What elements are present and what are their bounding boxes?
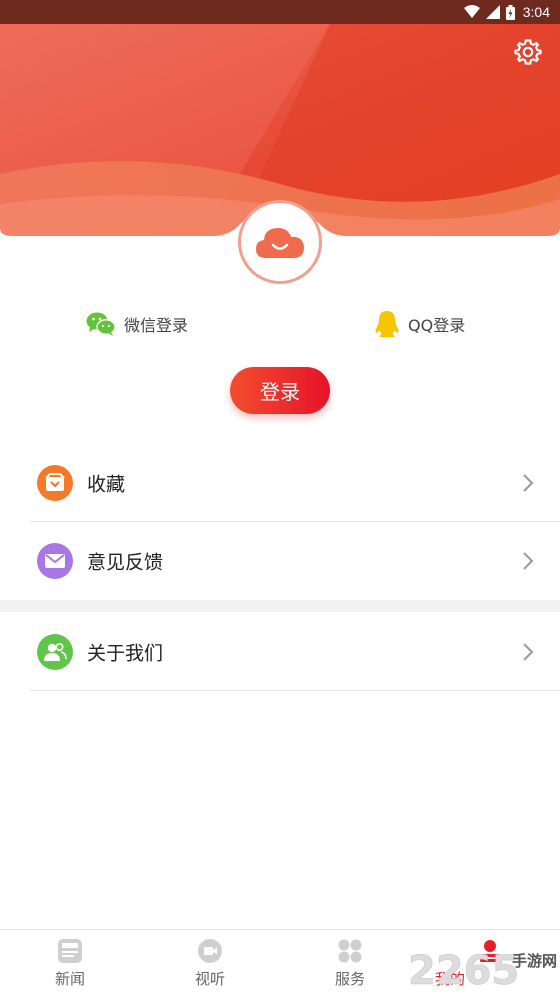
news-icon [58, 939, 82, 963]
chevron-right-icon [523, 552, 534, 570]
menu-item-label: 意见反馈 [87, 551, 164, 574]
divider [30, 690, 560, 691]
qq-penguin-icon [375, 311, 399, 337]
wechat-login-option[interactable]: 微信登录 [86, 310, 188, 338]
avatar[interactable] [238, 200, 322, 284]
menu-item-label: 收藏 [87, 473, 126, 496]
video-icon [198, 939, 222, 963]
favorites-icon [37, 465, 73, 501]
status-bar: 3:04 [0, 0, 560, 24]
battery-icon [505, 4, 515, 20]
nav-tab-label: 视听 [194, 970, 225, 988]
services-grid-icon [338, 939, 362, 963]
login-button[interactable]: 登录 [230, 367, 330, 414]
menu-item-favorites[interactable]: 收藏 [0, 444, 560, 522]
signal-icon [485, 5, 500, 19]
qq-login-option[interactable]: QQ登录 [374, 310, 465, 338]
status-time: 3:04 [522, 4, 550, 20]
watermark-logo: 2265 手游网 [408, 938, 560, 995]
cloud-smile-icon [256, 228, 304, 258]
wifi-icon [463, 5, 480, 18]
qq-login-label: QQ登录 [408, 316, 466, 335]
settings-button[interactable] [514, 38, 542, 66]
status-icons: 3:04 [463, 3, 550, 21]
mail-icon [37, 543, 73, 579]
nav-tab-news[interactable]: 新闻 [0, 930, 140, 997]
watermark-text: 手游网 [512, 952, 557, 970]
chevron-right-icon [523, 474, 534, 492]
menu-item-feedback[interactable]: 意见反馈 [0, 522, 560, 600]
section-divider [0, 600, 560, 612]
gear-icon [514, 39, 542, 65]
wechat-icon [86, 312, 116, 336]
nav-tab-video[interactable]: 视听 [140, 930, 280, 997]
nav-tab-label: 新闻 [54, 970, 85, 988]
watermark-number: 2265 [408, 948, 519, 994]
menu-item-label: 关于我们 [87, 642, 164, 665]
people-icon [37, 634, 73, 670]
menu-item-about-us[interactable]: 关于我们 [0, 613, 560, 691]
wechat-login-label: 微信登录 [124, 316, 189, 335]
chevron-right-icon [523, 643, 534, 661]
